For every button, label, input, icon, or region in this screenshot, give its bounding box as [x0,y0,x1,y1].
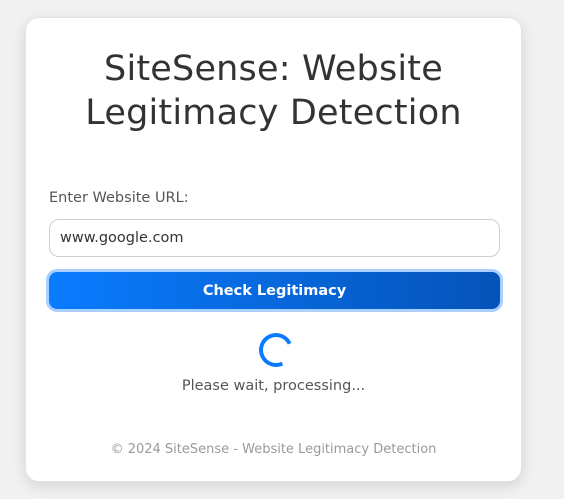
page-title: SiteSense: Website Legitimacy Detection [85,49,462,133]
main-card: SiteSense: Website Legitimacy Detection … [25,17,522,482]
url-input[interactable] [49,219,500,257]
url-label: Enter Website URL: [49,190,189,206]
loading-spinner-icon [254,328,298,372]
processing-status-text: Please wait, processing... [181,378,366,394]
footer-copyright: © 2024 SiteSense - Website Legitimacy De… [110,442,437,457]
check-legitimacy-button[interactable]: Check Legitimacy [49,272,500,309]
